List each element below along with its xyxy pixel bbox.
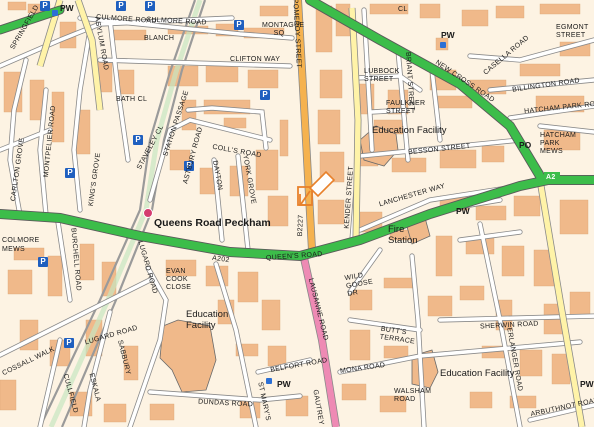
street-map[interactable]: P P P P P P P P P P Queens Road Peckham … — [0, 0, 594, 427]
pw-label: PW — [456, 206, 470, 216]
station-dot — [143, 208, 153, 218]
street-label: LUBBOCK STREET — [364, 68, 400, 83]
parking-icon: P — [116, 1, 126, 11]
street-label: BATH CL — [116, 96, 148, 103]
worship-icon — [52, 10, 58, 16]
b2227-label: B2227 — [296, 214, 305, 237]
street-label: CLIFTON WAY — [230, 56, 281, 63]
pw-label: PW — [441, 30, 455, 40]
parking-icon: P — [40, 1, 50, 11]
parking-icon: P — [234, 20, 244, 30]
education-facility-label: Education Facility — [186, 309, 229, 331]
parking-icon: P — [260, 90, 270, 100]
street-label: EGMONT STREET — [556, 24, 589, 39]
worship-icon — [440, 42, 446, 48]
education-facility-label: Education Facility — [372, 125, 447, 136]
a2-label: A2 — [546, 174, 556, 181]
pw-label: PW — [60, 3, 74, 13]
education-facility-label: Education Facility — [440, 368, 515, 379]
fire-station-label: Fire Station — [388, 224, 418, 246]
parking-icon: P — [65, 168, 75, 178]
station-label: Queens Road Peckham — [154, 217, 271, 229]
pw-label: PW — [277, 379, 291, 389]
street-label: EVAN COOK CLOSE — [166, 268, 192, 291]
parking-icon: P — [133, 135, 143, 145]
street-label: CL — [398, 6, 408, 13]
street-label: BLANCH — [144, 35, 175, 42]
parking-icon: P — [64, 338, 74, 348]
worship-icon — [266, 378, 272, 384]
parking-icon: P — [38, 257, 48, 267]
po-label: PO — [519, 140, 532, 150]
street-label: COLMORE MEWS — [2, 237, 40, 253]
parking-icon: P — [145, 1, 155, 11]
street-label: MONTAGUE SQ — [262, 22, 305, 37]
pw-label: PW — [580, 379, 594, 389]
street-label: HATCHAM PARK MEWS — [540, 132, 577, 155]
street-label: WALSHAM ROAD — [394, 388, 432, 403]
